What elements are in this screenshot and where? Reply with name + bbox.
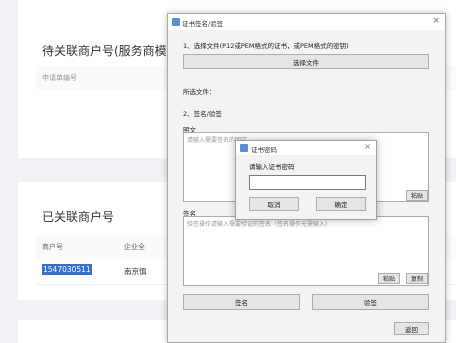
col-application-number: 申请单编号 <box>42 74 77 82</box>
sign-button[interactable]: 签名 <box>183 294 300 310</box>
close-icon[interactable]: × <box>364 142 371 151</box>
dialog-titlebar[interactable]: 证书签名/验签 × <box>168 14 445 30</box>
col-merchant-id: 商户号 <box>42 243 63 251</box>
app-icon <box>240 144 248 152</box>
app-icon <box>172 18 180 26</box>
merchant-id-cell[interactable]: 1547030511 <box>42 264 92 275</box>
company-cell: 南京慎 <box>124 267 147 276</box>
confirm-button[interactable]: 确定 <box>316 197 366 211</box>
back-button[interactable]: 返回 <box>394 322 429 335</box>
pending-section-title: 待关联商户号(服务商模式 <box>42 44 179 58</box>
paste-plaintext-button[interactable]: 粘贴 <box>406 190 428 201</box>
select-file-button[interactable]: 选择文件 <box>183 54 429 69</box>
cert-password-dialog: 证书密码 × 请输入证书密码 取消 确定 <box>235 140 377 220</box>
cancel-button[interactable]: 取消 <box>249 197 299 211</box>
verify-button[interactable]: 验签 <box>312 294 429 310</box>
paste-signature-button[interactable]: 粘贴 <box>378 273 400 284</box>
selected-file-label: 所选文件： <box>183 88 216 96</box>
linked-section-title: 已关联商户号 <box>42 210 115 224</box>
copy-button[interactable]: 复制 <box>406 273 428 284</box>
signature-placeholder: 验签操作请输入需要验证的签名（签名操作无需输入） <box>187 221 332 228</box>
dialog-title: 证书签名/验签 <box>182 20 224 28</box>
close-icon[interactable]: × <box>432 16 440 26</box>
password-input[interactable] <box>249 175 366 190</box>
password-prompt: 请输入证书密码 <box>249 163 295 171</box>
password-dialog-titlebar[interactable]: 证书密码 × <box>236 141 376 155</box>
step2-label: 2、签名/验签 <box>183 110 222 118</box>
password-dialog-title: 证书密码 <box>251 146 277 154</box>
col-company: 企业全 <box>124 243 145 251</box>
step1-label: 1、选择文件(P12或PEM格式的证书，或PEM格式的密钥) <box>183 42 349 50</box>
